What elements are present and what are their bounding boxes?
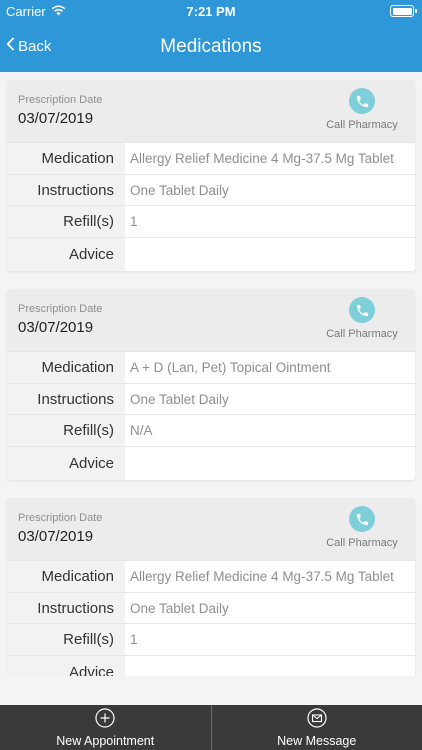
medication-row: Medication Allergy Relief Medicine 4 Mg-…: [7, 560, 415, 592]
refills-row: Refill(s) 1: [7, 205, 415, 237]
prescription-card: Prescription Date 03/07/2019 Call Pharma…: [7, 498, 415, 676]
advice-row: Advice: [7, 445, 415, 480]
refills-label: Refill(s): [7, 206, 125, 237]
instructions-row: Instructions One Tablet Daily: [7, 382, 415, 414]
instructions-value: One Tablet Daily: [130, 182, 229, 198]
card-header: Prescription Date 03/07/2019 Call Pharma…: [7, 80, 415, 142]
status-time: 7:21 PM: [186, 4, 236, 19]
advice-row: Advice: [7, 654, 415, 677]
refills-label: Refill(s): [7, 415, 125, 446]
card-header: Prescription Date 03/07/2019 Call Pharma…: [7, 289, 415, 351]
medication-row: Medication Allergy Relief Medicine 4 Mg-…: [7, 142, 415, 174]
instructions-row: Instructions One Tablet Daily: [7, 591, 415, 623]
bottom-action-bar: New Appointment New Message: [0, 705, 422, 750]
refills-value: 1: [130, 214, 138, 229]
prescription-date-label: Prescription Date: [18, 512, 103, 524]
advice-label: Advice: [7, 655, 125, 676]
refills-value: 1: [130, 632, 138, 647]
card-header: Prescription Date 03/07/2019 Call Pharma…: [7, 498, 415, 560]
advice-label: Advice: [7, 446, 125, 480]
call-pharmacy-label: Call Pharmacy: [326, 328, 398, 340]
phone-icon: [349, 506, 375, 532]
advice-value: [125, 238, 415, 271]
instructions-label: Instructions: [7, 592, 125, 623]
new-message-button[interactable]: New Message: [210, 705, 422, 750]
medication-list[interactable]: Prescription Date 03/07/2019 Call Pharma…: [0, 72, 422, 676]
advice-value: [125, 447, 415, 480]
prescription-date-label: Prescription Date: [18, 303, 103, 315]
phone-icon: [349, 88, 375, 114]
medication-value: Allergy Relief Medicine 4 Mg-37.5 Mg Tab…: [130, 151, 394, 166]
refills-label: Refill(s): [7, 624, 125, 655]
refills-row: Refill(s) 1: [7, 623, 415, 655]
plus-circle-icon: [95, 707, 115, 734]
medication-label: Medication: [7, 352, 125, 383]
medication-value: A + D (Lan, Pet) Topical Ointment: [130, 360, 331, 375]
instructions-label: Instructions: [7, 383, 125, 414]
medication-label: Medication: [7, 143, 125, 174]
advice-value: [125, 656, 415, 677]
status-bar: Carrier 7:21 PM: [0, 0, 422, 22]
prescription-date-label: Prescription Date: [18, 94, 103, 106]
envelope-circle-icon: [307, 707, 327, 734]
medication-value: Allergy Relief Medicine 4 Mg-37.5 Mg Tab…: [130, 569, 394, 584]
phone-icon: [349, 297, 375, 323]
prescription-date-value: 03/07/2019: [18, 528, 94, 545]
new-message-label: New Message: [277, 733, 357, 748]
battery-icon: [390, 5, 417, 17]
prescription-card: Prescription Date 03/07/2019 Call Pharma…: [7, 80, 415, 271]
instructions-value: One Tablet Daily: [130, 391, 229, 407]
instructions-row: Instructions One Tablet Daily: [7, 173, 415, 205]
page-title: Medications: [160, 36, 262, 57]
call-pharmacy-label: Call Pharmacy: [326, 119, 398, 131]
nav-bar: Back Medications: [0, 22, 422, 72]
advice-label: Advice: [7, 237, 125, 271]
call-pharmacy-label: Call Pharmacy: [326, 537, 398, 549]
prescription-date-value: 03/07/2019: [18, 319, 94, 336]
call-pharmacy-button[interactable]: Call Pharmacy: [317, 88, 407, 131]
prescription-card: Prescription Date 03/07/2019 Call Pharma…: [7, 289, 415, 480]
new-appointment-label: New Appointment: [56, 733, 155, 748]
prescription-date-value: 03/07/2019: [18, 110, 94, 127]
instructions-value: One Tablet Daily: [130, 600, 229, 616]
call-pharmacy-button[interactable]: Call Pharmacy: [317, 506, 407, 549]
new-appointment-button[interactable]: New Appointment: [0, 705, 211, 750]
refills-row: Refill(s) N/A: [7, 414, 415, 446]
advice-row: Advice: [7, 236, 415, 271]
instructions-label: Instructions: [7, 174, 125, 205]
refills-value: N/A: [130, 423, 153, 438]
medication-row: Medication A + D (Lan, Pet) Topical Oint…: [7, 351, 415, 383]
medication-label: Medication: [7, 561, 125, 592]
call-pharmacy-button[interactable]: Call Pharmacy: [317, 297, 407, 340]
